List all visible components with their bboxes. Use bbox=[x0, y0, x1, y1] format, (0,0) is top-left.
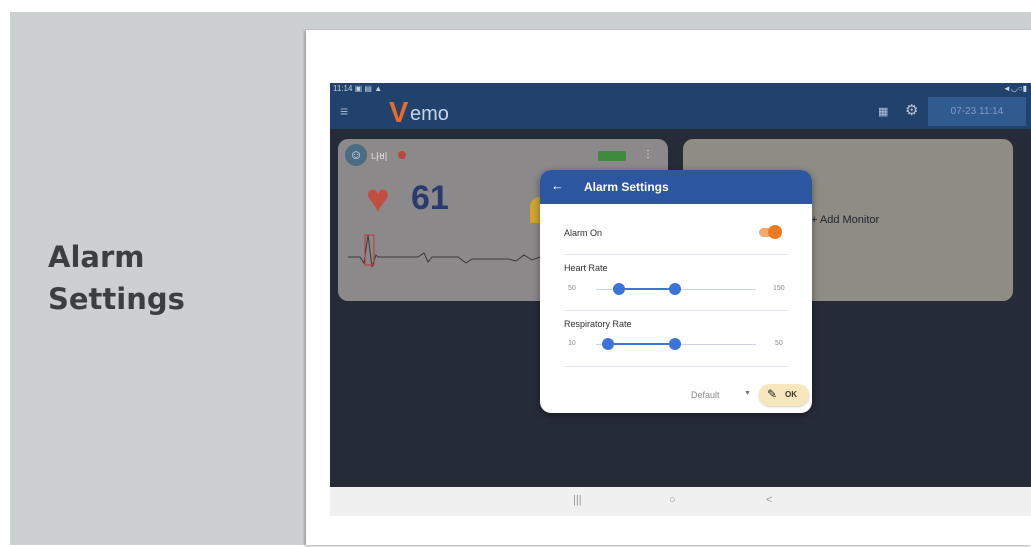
slide-title-line2: Settings bbox=[48, 282, 185, 316]
ecg-waveform bbox=[348, 234, 548, 268]
dialog-title: Alarm Settings bbox=[584, 180, 669, 194]
alarm-on-label: Alarm On bbox=[564, 228, 603, 238]
pencil-icon: ✎ bbox=[767, 387, 778, 401]
slide-title: Alarm Settings bbox=[48, 236, 278, 320]
respiratory-rate-range bbox=[608, 343, 675, 345]
status-time: 11:14 ▣ ▤ ▲ bbox=[333, 84, 383, 93]
android-nav-bar: ||| ○ < bbox=[330, 487, 1031, 516]
respiratory-rate-high-thumb[interactable] bbox=[669, 338, 681, 350]
avatar: ☺ bbox=[345, 144, 367, 166]
preset-dropdown[interactable]: Default bbox=[691, 390, 720, 400]
slide-title-line1: Alarm bbox=[48, 240, 145, 274]
back-arrow-icon[interactable]: ← bbox=[551, 178, 564, 193]
alarm-settings-dialog: ← Alarm Settings Alarm On Heart Rate 50 … bbox=[540, 170, 812, 413]
status-bar: 11:14 ▣ ▤ ▲ ◄◡○▮ bbox=[330, 83, 1031, 95]
heart-rate-low-thumb[interactable] bbox=[613, 283, 625, 295]
dropdown-caret-icon[interactable]: ▼ bbox=[744, 390, 751, 397]
alarm-toggle[interactable] bbox=[768, 225, 782, 239]
back-nav-icon[interactable]: < bbox=[766, 494, 772, 506]
respiratory-rate-max: 50 bbox=[775, 340, 783, 347]
logo-text: emo bbox=[410, 103, 449, 125]
home-icon[interactable]: ○ bbox=[669, 494, 676, 506]
divider bbox=[564, 310, 790, 311]
heart-rate-min: 50 bbox=[568, 285, 576, 292]
heart-icon: ♥ bbox=[366, 177, 390, 221]
dialog-header: ← Alarm Settings bbox=[540, 170, 812, 204]
heart-rate-label: Heart Rate bbox=[564, 263, 608, 273]
menu-icon[interactable]: ≡ bbox=[340, 103, 348, 119]
heart-rate-max: 150 bbox=[773, 285, 785, 292]
logo-v: V bbox=[389, 97, 409, 129]
divider bbox=[564, 254, 790, 255]
grid-view-icon[interactable]: ▦ bbox=[878, 105, 888, 118]
respiratory-rate-min: 10 bbox=[568, 340, 576, 347]
app-bar: ≡ V emo ▦ ⚙ 07-23 11:14 bbox=[330, 95, 1031, 129]
battery-icon bbox=[598, 151, 626, 161]
add-monitor-label[interactable]: + Add Monitor bbox=[811, 214, 879, 226]
datetime-display[interactable]: 07-23 11:14 bbox=[928, 97, 1026, 126]
more-options-icon[interactable]: ⋮ bbox=[643, 149, 653, 160]
ok-button[interactable]: ✎ OK bbox=[759, 384, 809, 406]
ok-button-label: OK bbox=[785, 390, 797, 399]
gear-icon[interactable]: ⚙ bbox=[905, 101, 918, 119]
patient-name: 나비 bbox=[371, 152, 388, 162]
heart-rate-value: 61 bbox=[411, 179, 449, 217]
recording-indicator bbox=[398, 151, 406, 159]
heart-rate-range bbox=[619, 288, 675, 290]
recent-apps-icon[interactable]: ||| bbox=[573, 494, 582, 506]
heart-rate-high-thumb[interactable] bbox=[669, 283, 681, 295]
status-icons: ◄◡○▮ bbox=[1002, 84, 1027, 93]
respiratory-rate-low-thumb[interactable] bbox=[602, 338, 614, 350]
divider bbox=[564, 366, 790, 367]
respiratory-rate-label: Respiratory Rate bbox=[564, 319, 632, 329]
